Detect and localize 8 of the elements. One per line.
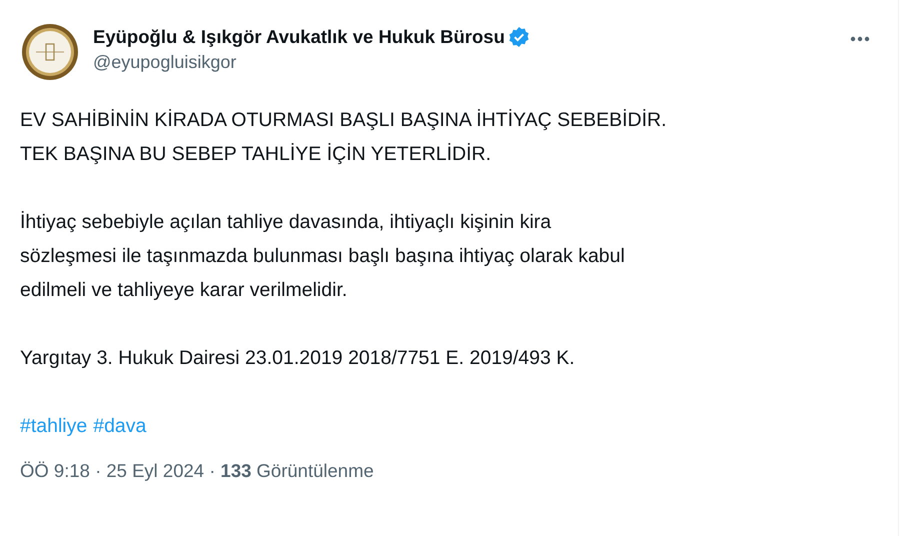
tweet-meta: ÖÖ 9:18 · 25 Eyl 2024 · 133 Görüntülenme [20,459,374,483]
more-options-icon[interactable] [850,36,870,42]
avatar[interactable] [20,22,80,82]
tweet-paragraph: Yargıtay 3. Hukuk Dairesi 23.01.2019 2018/7751 E. 2019/493 K. [20,346,576,371]
tweet-paragraph: İhtiyaç sebebiyle açılan tahliye davasında, ihtiyaçlı kişinin kira sözleşmesi ile taşınmazda bulunması başlı başına ihtiyaç olarak kabul edilmeli ve tahliyeye karar verilmelidir. [20,210,626,303]
tweet-paragraph: EV SAHİBİNİN KİRADA OTURMASI BAŞLI BAŞINA İHTİYAÇ SEBEBİDİR. TEK BAŞINA BU SEBEP TAHLİYE İÇİN YETERLİDİR. [20,108,668,167]
author-name[interactable]: Eyüpoğlu & Işıkgör Avukatlık ve Hukuk Bürosu [93,25,505,49]
author-handle[interactable]: @eyupogluisikgor [93,49,236,75]
